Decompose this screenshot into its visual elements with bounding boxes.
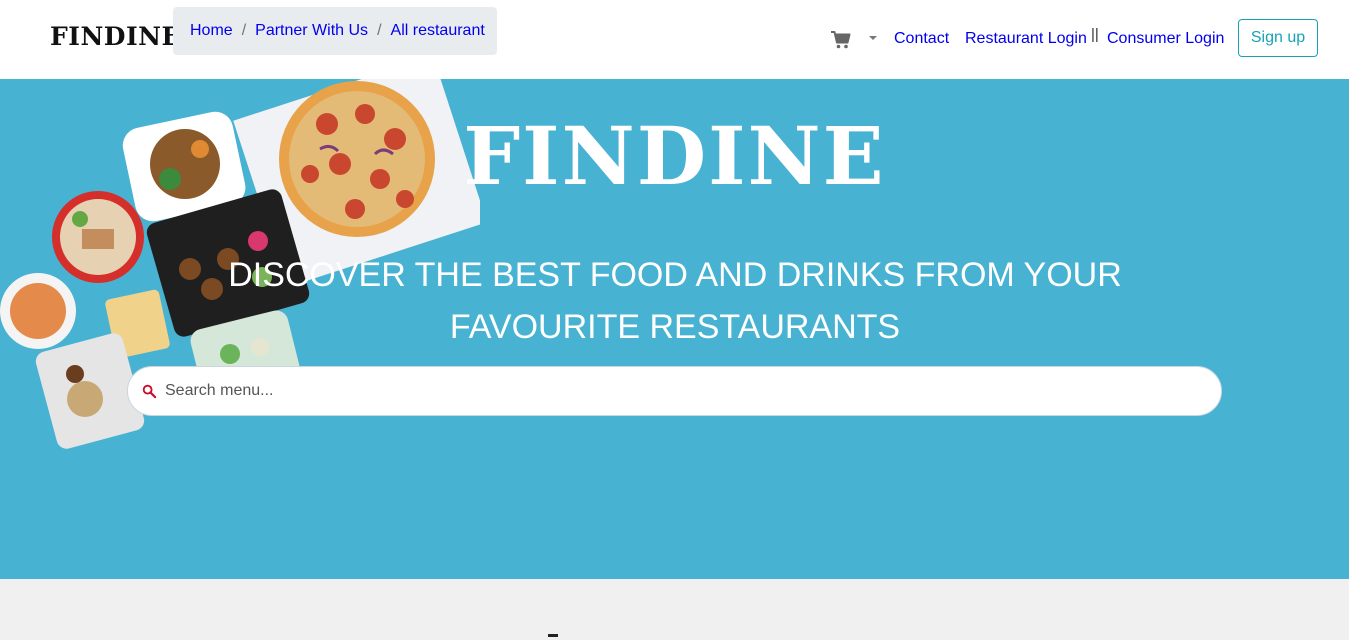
nav-divider: || — [1091, 26, 1099, 43]
breadcrumb-separator: / — [241, 22, 247, 39]
hero-subtitle-line2: FAVOURITE RESTAURANTS — [449, 308, 901, 346]
breadcrumb: Home / Partner With Us / All restaurant — [173, 7, 497, 55]
hero-subtitle: DISCOVER THE BEST FOOD AND DRINKS FROM Y… — [175, 249, 1175, 353]
hero-section: FINDINE DISCOVER THE BEST FOOD AND DRINK… — [0, 79, 1349, 579]
chevron-down-icon[interactable] — [869, 36, 877, 40]
consumer-login-link[interactable]: Consumer Login — [1107, 30, 1224, 48]
restaurant-login-link[interactable]: Restaurant Login — [965, 30, 1087, 48]
content-section — [0, 579, 1349, 640]
hero-subtitle-line1: DISCOVER THE BEST FOOD AND DRINKS FROM Y… — [228, 256, 1122, 294]
breadcrumb-all-restaurant[interactable]: All restaurant — [391, 22, 485, 40]
hero-title: FINDINE — [463, 109, 886, 203]
signup-button[interactable]: Sign up — [1238, 19, 1318, 57]
search-bar[interactable] — [127, 366, 1222, 416]
search-icon — [142, 384, 157, 398]
breadcrumb-home[interactable]: Home — [190, 22, 233, 40]
contact-link[interactable]: Contact — [894, 30, 949, 48]
breadcrumb-separator: / — [377, 22, 382, 39]
breadcrumb-partner[interactable]: Partner With Us — [255, 22, 368, 40]
cart-icon[interactable] — [831, 31, 851, 49]
navbar: FINDINE Home / Partner With Us / All res… — [0, 0, 1349, 79]
brand-logo[interactable]: FINDINE — [50, 22, 181, 51]
section-heading-fragment — [548, 634, 558, 637]
search-input[interactable] — [165, 382, 1165, 400]
